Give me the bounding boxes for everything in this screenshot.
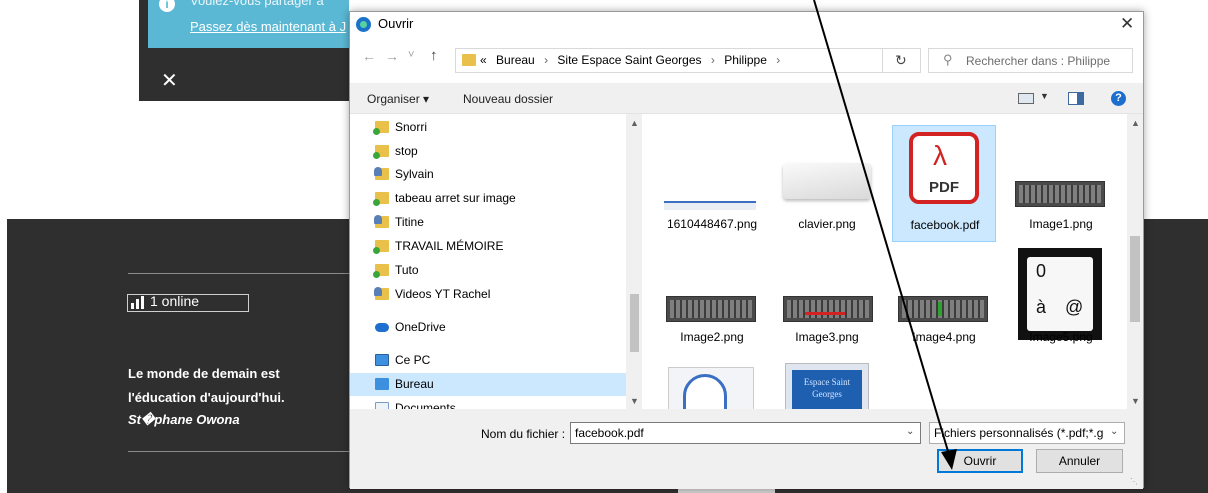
arrow-shaft xyxy=(813,0,951,459)
arrow-head xyxy=(941,449,957,470)
annotation-arrow xyxy=(813,0,957,470)
